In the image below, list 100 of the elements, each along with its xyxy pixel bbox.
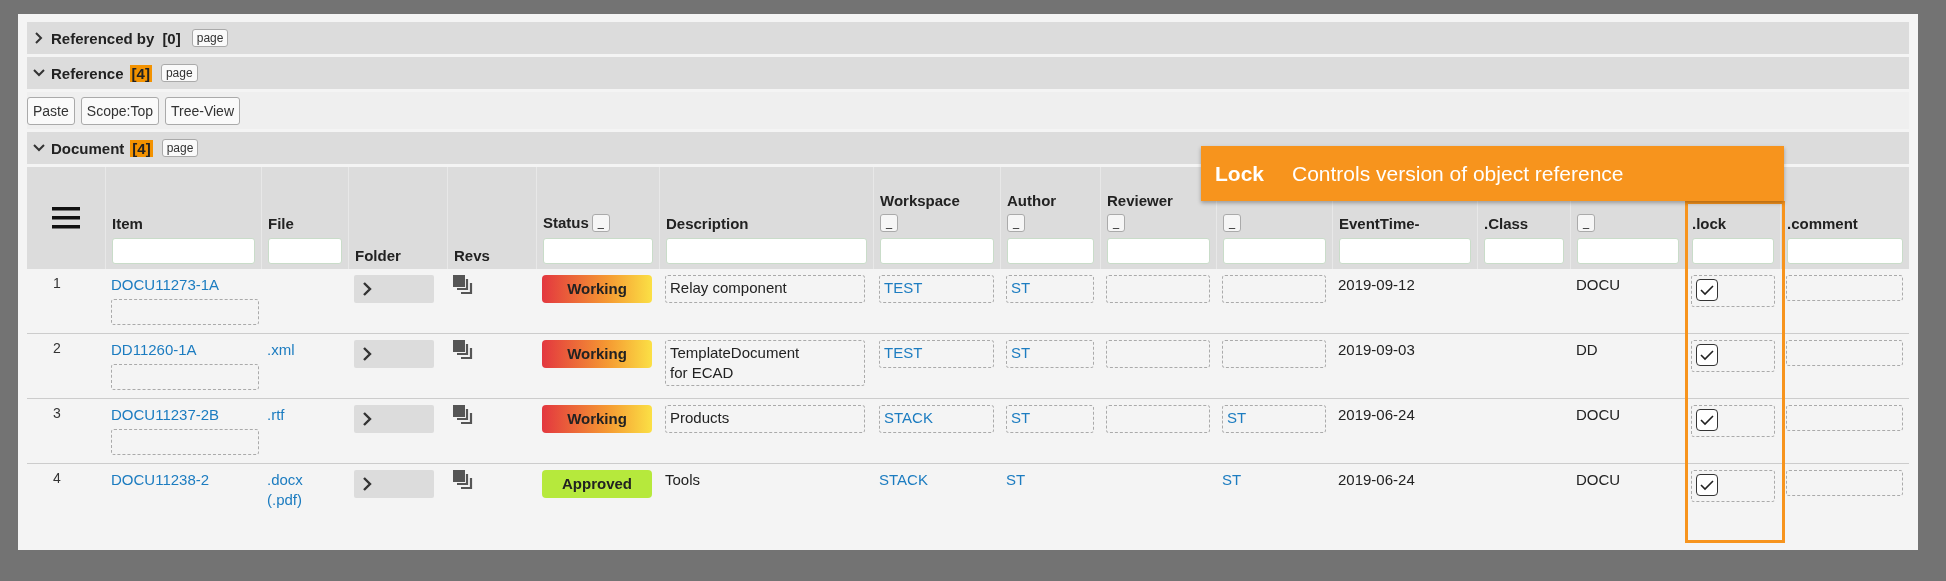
item-link[interactable]: DOCU11237-2B	[111, 405, 220, 425]
link[interactable]: ST	[1222, 471, 1242, 488]
filter-field[interactable]	[1107, 238, 1210, 264]
stacked-squares-icon[interactable]	[453, 275, 473, 295]
chevron-icon[interactable]	[33, 142, 45, 154]
editable-field[interactable]: TEST	[879, 340, 994, 368]
filter-field[interactable]	[666, 238, 867, 264]
column-header[interactable]: Revs	[454, 247, 490, 264]
chevron-icon[interactable]	[33, 32, 45, 44]
checkbox[interactable]	[1696, 279, 1718, 301]
editable-field[interactable]: TEST	[879, 275, 994, 303]
filter-field[interactable]	[1787, 238, 1903, 264]
stacked-squares-icon[interactable]	[453, 405, 473, 425]
section-title[interactable]: Reference	[51, 64, 124, 82]
folder-button[interactable]	[354, 470, 434, 498]
column-header[interactable]: Folder	[355, 247, 401, 264]
menu-icon[interactable]	[52, 207, 80, 229]
column-header[interactable]: .Class	[1484, 215, 1529, 232]
column-header[interactable]: .lock	[1692, 215, 1727, 232]
editable-field[interactable]	[111, 364, 259, 390]
folder-button[interactable]	[354, 340, 434, 368]
link[interactable]: ST	[1006, 471, 1026, 488]
editable-field[interactable]	[1106, 340, 1210, 368]
file-link[interactable]: .docx (.pdf)	[267, 470, 303, 510]
editable-field[interactable]: STACK	[879, 405, 994, 433]
column-header[interactable]: EventTime-	[1339, 215, 1420, 232]
filter-menu-button[interactable]: _	[1107, 214, 1125, 232]
stacked-squares-icon[interactable]	[453, 340, 473, 360]
filter-menu-button[interactable]: _	[1577, 214, 1595, 232]
description-field[interactable]: Products	[665, 405, 865, 433]
description-field[interactable]: TemplateDocument for ECAD	[665, 340, 865, 386]
toolbar-button[interactable]: Paste	[27, 97, 75, 125]
folder-button[interactable]	[354, 275, 434, 303]
item-link[interactable]: DOCU11273-1A	[111, 275, 220, 295]
file-link[interactable]: .xml	[267, 340, 295, 360]
filter-field[interactable]	[543, 238, 653, 264]
filter-field[interactable]	[1007, 238, 1094, 264]
column-header[interactable]: File	[268, 215, 294, 232]
editable-field[interactable]: ST	[1222, 405, 1326, 433]
section-title[interactable]: Referenced by	[51, 29, 155, 47]
toolbar-button[interactable]: Tree-View	[165, 97, 240, 125]
checkbox[interactable]	[1696, 409, 1718, 431]
date-text: 2019-06-24	[1338, 406, 1415, 423]
editable-field[interactable]	[111, 429, 259, 455]
editable-field[interactable]: ST	[1006, 275, 1094, 303]
page-button[interactable]: page	[161, 139, 199, 157]
item-link[interactable]: DD11260-1A	[111, 340, 197, 360]
editable-field[interactable]	[1222, 340, 1326, 368]
editable-field[interactable]: ST	[1006, 405, 1094, 433]
link[interactable]: ST	[1011, 409, 1031, 426]
link[interactable]: STACK	[884, 409, 933, 426]
filter-menu-button[interactable]: _	[591, 214, 610, 232]
filter-menu-button[interactable]: _	[1007, 214, 1025, 232]
editable-field[interactable]	[1106, 405, 1210, 433]
stacked-squares-icon[interactable]	[453, 470, 473, 490]
link[interactable]: TEST	[884, 279, 923, 296]
filter-menu-button[interactable]: _	[1223, 214, 1241, 232]
editable-field[interactable]	[111, 299, 259, 325]
editable-field[interactable]	[1222, 275, 1326, 303]
checkbox[interactable]	[1696, 474, 1718, 496]
chevron-icon[interactable]	[33, 67, 45, 79]
page-button[interactable]: page	[191, 29, 229, 47]
comment-field[interactable]	[1786, 470, 1903, 496]
filter-menu-button[interactable]: _	[880, 214, 898, 232]
filter-field[interactable]	[1692, 238, 1774, 264]
filter-field[interactable]	[1339, 238, 1471, 264]
column-header[interactable]: Description	[666, 215, 749, 232]
checkbox[interactable]	[1696, 344, 1718, 366]
filter-field[interactable]	[1577, 238, 1679, 264]
description-field[interactable]: Relay component	[665, 275, 865, 303]
folder-button[interactable]	[354, 405, 434, 433]
filter-field[interactable]	[268, 238, 342, 264]
comment-field[interactable]	[1786, 275, 1903, 301]
section-bar[interactable]: Referenced by [0] page	[27, 22, 1909, 54]
filter-field[interactable]	[1484, 238, 1564, 264]
filter-field[interactable]	[1223, 238, 1326, 264]
item-link[interactable]: DOCU11238-2	[111, 470, 210, 490]
comment-field[interactable]	[1786, 405, 1903, 431]
check-icon	[1700, 284, 1714, 296]
link[interactable]: ST	[1011, 279, 1031, 296]
column-header[interactable]: Status	[543, 214, 589, 231]
column-header[interactable]: Author	[1007, 192, 1057, 209]
column-header[interactable]: Workspace	[880, 192, 960, 209]
column-header[interactable]: .comment	[1787, 215, 1858, 232]
section-bar[interactable]: Reference [4] page	[27, 57, 1909, 89]
file-link[interactable]: .rtf	[267, 405, 285, 425]
link[interactable]: ST	[1227, 409, 1247, 426]
page-button[interactable]: page	[160, 64, 198, 82]
toolbar-button[interactable]: Scope:Top	[80, 97, 159, 125]
comment-field[interactable]	[1786, 340, 1903, 366]
editable-field[interactable]	[1106, 275, 1210, 303]
link[interactable]: STACK	[879, 471, 928, 488]
column-header[interactable]: Item	[112, 215, 143, 232]
filter-field[interactable]	[880, 238, 994, 264]
link[interactable]: TEST	[884, 344, 923, 361]
filter-field[interactable]	[112, 238, 255, 264]
section-title[interactable]: Document	[51, 139, 125, 157]
editable-field[interactable]: ST	[1006, 340, 1094, 368]
link[interactable]: ST	[1011, 344, 1031, 361]
column-header[interactable]: Reviewer	[1107, 192, 1173, 209]
